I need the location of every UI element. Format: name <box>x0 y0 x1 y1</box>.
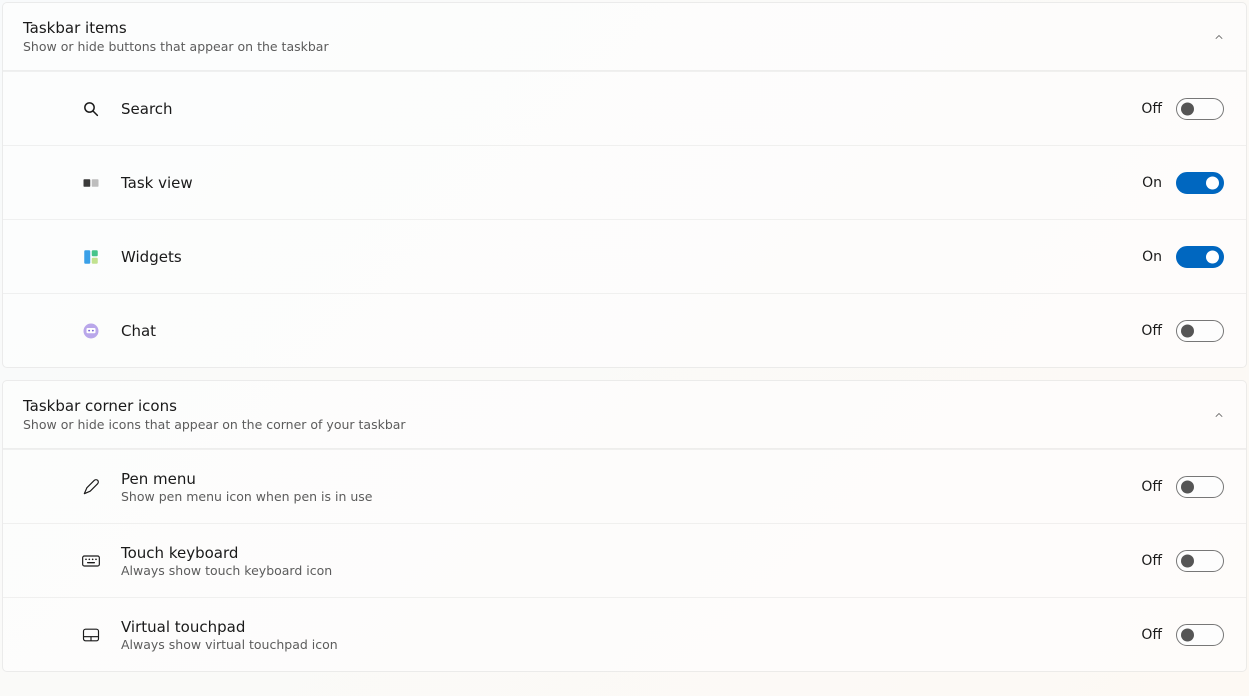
keyboard-icon <box>81 551 101 571</box>
chevron-up-icon[interactable] <box>1212 408 1226 422</box>
widgets-icon <box>81 247 101 267</box>
taskbar-items-section: Taskbar items Show or hide buttons that … <box>2 2 1247 368</box>
search-icon <box>81 99 101 119</box>
row-search-left: Search <box>81 99 173 119</box>
row-search-state: Off <box>1138 101 1162 117</box>
row-touch-keyboard: Touch keyboard Always show touch keyboar… <box>3 523 1246 597</box>
row-widgets-state: On <box>1138 249 1162 265</box>
toggle-search[interactable] <box>1176 98 1224 120</box>
toggle-virtual-touchpad[interactable] <box>1176 624 1224 646</box>
pen-icon <box>81 477 101 497</box>
row-virtual-touchpad-sub: Always show virtual touchpad icon <box>121 637 338 652</box>
row-virtual-touchpad: Virtual touchpad Always show virtual tou… <box>3 597 1246 671</box>
row-taskview-label: Task view <box>121 174 193 192</box>
row-taskview: Task view On <box>3 145 1246 219</box>
row-widgets: Widgets On <box>3 219 1246 293</box>
row-touch-keyboard-sub: Always show touch keyboard icon <box>121 563 332 578</box>
row-pen-menu-label: Pen menu <box>121 470 373 488</box>
row-chat-label: Chat <box>121 322 156 340</box>
row-touch-keyboard-label: Touch keyboard <box>121 544 332 562</box>
row-pen-menu: Pen menu Show pen menu icon when pen is … <box>3 449 1246 523</box>
toggle-taskview[interactable] <box>1176 172 1224 194</box>
row-search-label: Search <box>121 100 173 118</box>
chevron-up-icon[interactable] <box>1212 30 1226 44</box>
chat-icon <box>81 321 101 341</box>
taskbar-items-title: Taskbar items <box>23 19 329 37</box>
taskbar-corner-icons-subtitle: Show or hide icons that appear on the co… <box>23 417 406 432</box>
row-touch-keyboard-state: Off <box>1138 553 1162 569</box>
toggle-touch-keyboard[interactable] <box>1176 550 1224 572</box>
taskbar-items-titles: Taskbar items Show or hide buttons that … <box>23 19 329 54</box>
toggle-chat[interactable] <box>1176 320 1224 342</box>
taskbar-items-subtitle: Show or hide buttons that appear on the … <box>23 39 329 54</box>
taskview-icon <box>81 173 101 193</box>
row-chat-state: Off <box>1138 323 1162 339</box>
row-widgets-label: Widgets <box>121 248 182 266</box>
row-virtual-touchpad-state: Off <box>1138 627 1162 643</box>
row-virtual-touchpad-label: Virtual touchpad <box>121 618 338 636</box>
row-chat: Chat Off <box>3 293 1246 367</box>
row-taskview-state: On <box>1138 175 1162 191</box>
row-pen-menu-state: Off <box>1138 479 1162 495</box>
toggle-widgets[interactable] <box>1176 246 1224 268</box>
row-pen-menu-sub: Show pen menu icon when pen is in use <box>121 489 373 504</box>
toggle-pen-menu[interactable] <box>1176 476 1224 498</box>
taskbar-corner-icons-section: Taskbar corner icons Show or hide icons … <box>2 380 1247 672</box>
taskbar-corner-icons-title: Taskbar corner icons <box>23 397 406 415</box>
touchpad-icon <box>81 625 101 645</box>
taskbar-corner-icons-header[interactable]: Taskbar corner icons Show or hide icons … <box>3 381 1246 449</box>
taskbar-items-header[interactable]: Taskbar items Show or hide buttons that … <box>3 3 1246 71</box>
row-search: Search Off <box>3 71 1246 145</box>
